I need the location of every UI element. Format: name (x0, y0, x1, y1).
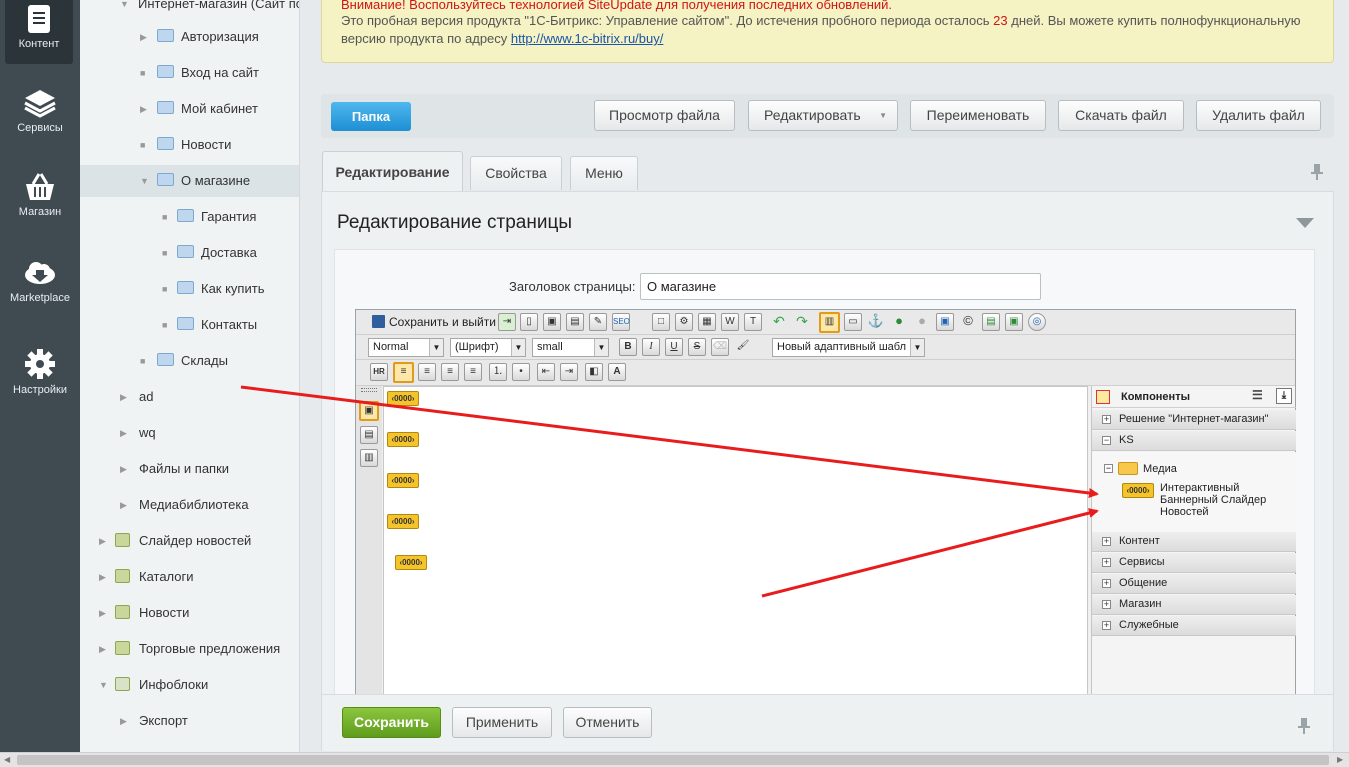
annotation-arrow (240, 385, 1099, 498)
page-root: Контент Сервисы Магазин Marketplace Наст… (0, 0, 1349, 767)
annotation-arrows (240, 385, 1099, 598)
annotation-arrow (761, 508, 1099, 598)
